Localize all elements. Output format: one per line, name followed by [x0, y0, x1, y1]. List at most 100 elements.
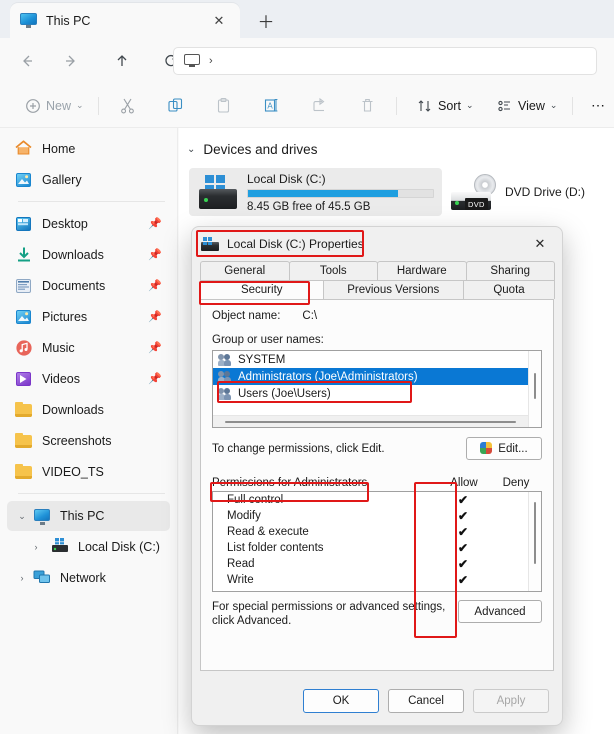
advanced-button[interactable]: Advanced	[458, 600, 542, 623]
sidebar-item-home[interactable]: Home	[7, 134, 170, 164]
sidebar-item-screenshots[interactable]: Screenshots	[7, 426, 170, 456]
sort-icon	[418, 99, 431, 112]
folder-icon	[15, 432, 33, 450]
copy-button[interactable]	[160, 90, 191, 121]
tab-this-pc[interactable]: This PC ✕	[10, 3, 240, 38]
advanced-row: For special permissions or advanced sett…	[212, 600, 542, 628]
sidebar-item-network[interactable]: › Network	[7, 563, 170, 593]
sidebar-item-label: Screenshots	[42, 434, 112, 448]
sidebar-item-video-ts[interactable]: VIDEO_TS	[7, 457, 170, 487]
chevron-right-icon[interactable]: ›	[15, 563, 29, 593]
delete-button[interactable]	[352, 90, 383, 121]
file-explorer-window: This PC ✕ ＋ › New ⌄ A Sort ⌄ View ⌄ ⋯ Ho…	[0, 0, 614, 734]
chevron-right-icon[interactable]: ›	[209, 55, 213, 67]
new-button[interactable]: New ⌄	[18, 90, 91, 121]
pin-icon[interactable]: 📌	[148, 311, 162, 323]
sidebar-item-documents[interactable]: Documents 📌	[7, 271, 170, 301]
up-button[interactable]	[107, 46, 137, 76]
sidebar-item-label: Gallery	[42, 173, 82, 187]
paste-button[interactable]	[208, 90, 239, 121]
tab-sharing[interactable]: Sharing	[465, 261, 555, 280]
chevron-down-icon[interactable]: ⌄	[15, 501, 29, 531]
sidebar-item-desktop[interactable]: Desktop 📌	[7, 209, 170, 239]
chevron-down-icon: ⌄	[465, 100, 474, 110]
allow-checkbox[interactable]: ✔	[437, 541, 489, 555]
table-row[interactable]: Full control ✔	[213, 492, 541, 508]
ok-button[interactable]: OK	[303, 689, 379, 713]
sidebar-item-pictures[interactable]: Pictures 📌	[7, 302, 170, 332]
share-button[interactable]	[304, 90, 335, 121]
new-tab-button[interactable]: ＋	[253, 8, 279, 32]
more-options-button[interactable]: ⋯	[584, 90, 612, 121]
allow-checkbox[interactable]: ✔	[437, 573, 489, 587]
allow-checkbox[interactable]: ✔	[437, 509, 489, 523]
vertical-scrollbar[interactable]	[528, 351, 541, 427]
edit-permissions-row: To change permissions, click Edit. Edit.…	[212, 437, 542, 460]
table-row[interactable]: Modify ✔	[213, 508, 541, 524]
pin-icon[interactable]: 📌	[148, 373, 162, 385]
sidebar-item-gallery[interactable]: Gallery	[7, 165, 170, 195]
sort-button[interactable]: Sort ⌄	[410, 90, 480, 121]
view-button[interactable]: View ⌄	[490, 90, 564, 121]
close-tab-icon[interactable]: ✕	[208, 10, 230, 32]
sidebar-item-local-disk-c[interactable]: › Local Disk (C:)	[7, 532, 170, 562]
tab-tools[interactable]: Tools	[288, 261, 378, 280]
vertical-scrollbar[interactable]	[528, 492, 541, 591]
shield-icon	[480, 442, 493, 455]
network-icon	[33, 569, 51, 587]
group-or-user-names-label: Group or user names:	[212, 334, 324, 346]
table-row[interactable]: Read ✔	[213, 556, 541, 572]
rename-icon: A	[264, 99, 278, 112]
tab-general[interactable]: General	[200, 261, 290, 280]
allow-checkbox[interactable]: ✔	[437, 525, 489, 539]
list-item[interactable]: Administrators (Joe\Administrators)	[213, 368, 541, 385]
rename-button[interactable]: A	[256, 90, 287, 121]
drive-tile-dvd-d[interactable]: DVD DVD Drive (D:)	[451, 168, 611, 216]
sidebar-item-videos[interactable]: Videos 📌	[7, 364, 170, 394]
command-toolbar: New ⌄ A Sort ⌄ View ⌄ ⋯	[0, 83, 614, 128]
sidebar-item-label: Network	[60, 571, 106, 585]
devices-and-drives-group[interactable]: ⌄ Devices and drives	[179, 128, 614, 165]
tab-hardware[interactable]: Hardware	[377, 261, 467, 280]
chevron-down-icon[interactable]: ⌄	[187, 144, 195, 155]
pin-icon[interactable]: 📌	[148, 249, 162, 261]
table-row[interactable]: List folder contents ✔	[213, 540, 541, 556]
back-button[interactable]	[12, 46, 42, 76]
cut-button[interactable]	[112, 90, 143, 121]
list-item[interactable]: Users (Joe\Users)	[213, 385, 541, 402]
horizontal-scrollbar[interactable]	[213, 415, 528, 427]
dialog-title: Local Disk (C:) Properties	[227, 237, 364, 251]
sidebar-item-downloads-folder[interactable]: Downloads	[7, 395, 170, 425]
cancel-button[interactable]: Cancel	[388, 689, 464, 713]
group-or-user-names-list[interactable]: SYSTEM Administrators (Joe\Administrator…	[212, 350, 542, 428]
table-row[interactable]: Write ✔	[213, 572, 541, 588]
apply-button[interactable]: Apply	[473, 689, 549, 713]
table-row[interactable]: Read & execute ✔	[213, 524, 541, 540]
pin-icon[interactable]: 📌	[148, 280, 162, 292]
tab-security[interactable]: Security	[200, 280, 324, 299]
list-item[interactable]: SYSTEM	[213, 351, 541, 368]
sidebar-item-music[interactable]: Music 📌	[7, 333, 170, 363]
chevron-right-icon[interactable]: ›	[29, 532, 43, 562]
close-icon[interactable]: ✕	[518, 227, 562, 260]
sidebar-divider	[18, 493, 165, 494]
forward-button[interactable]	[56, 46, 86, 76]
edit-button[interactable]: Edit...	[466, 437, 542, 460]
users-group-icon	[218, 353, 233, 366]
sidebar-item-label: Downloads	[42, 403, 104, 417]
drive-name: Local Disk (C:)	[247, 171, 326, 186]
allow-checkbox[interactable]: ✔	[437, 493, 489, 507]
svg-text:A: A	[267, 102, 273, 111]
address-bar[interactable]: ›	[173, 47, 597, 75]
tab-quota[interactable]: Quota	[463, 280, 555, 299]
allow-checkbox[interactable]: ✔	[437, 557, 489, 571]
sidebar-item-this-pc[interactable]: ⌄ This PC	[7, 501, 170, 531]
this-pc-icon	[33, 507, 51, 525]
tab-previous-versions[interactable]: Previous Versions	[322, 280, 464, 299]
pin-icon[interactable]: 📌	[148, 218, 162, 230]
sidebar-item-downloads[interactable]: Downloads 📌	[7, 240, 170, 270]
chevron-down-icon: ⌄	[549, 100, 558, 110]
drive-tile-local-disk-c[interactable]: Local Disk (C:) 8.45 GB free of 45.5 GB	[189, 168, 442, 216]
pin-icon[interactable]: 📌	[148, 342, 162, 354]
permissions-list[interactable]: Full control ✔ Modify ✔ Read & execute ✔…	[212, 491, 542, 592]
